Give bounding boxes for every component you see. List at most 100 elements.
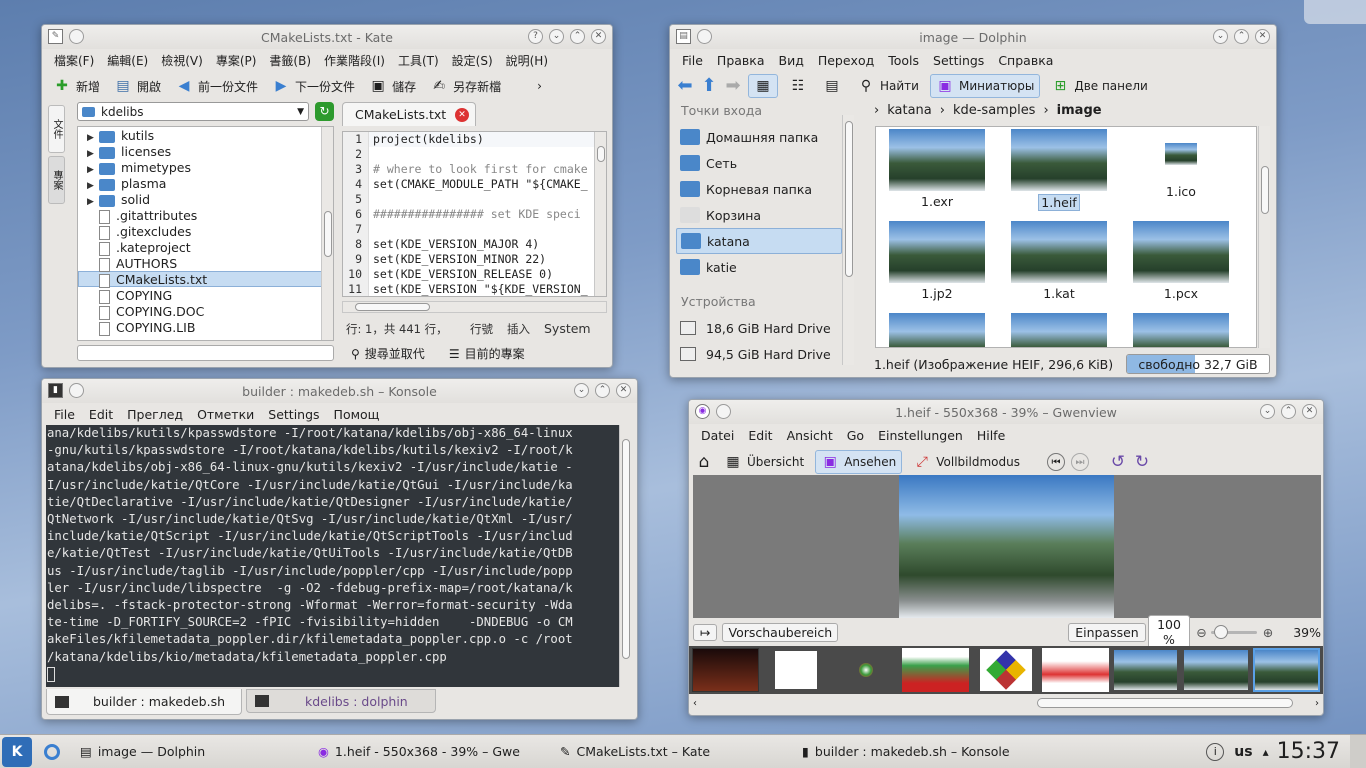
- breadcrumb-katana[interactable]: katana: [887, 103, 932, 118]
- previous-icon[interactable]: ⏮: [1046, 453, 1065, 471]
- kate-close-button[interactable]: ✕: [591, 29, 606, 44]
- dolphin-app-icon[interactable]: ▤: [676, 29, 691, 44]
- tree-item[interactable]: .kateproject: [78, 239, 333, 256]
- gwenview-app-icon[interactable]: ◉: [695, 404, 710, 419]
- tree-item[interactable]: CMakeLists.txt: [78, 271, 333, 288]
- gwenview-menu-view[interactable]: Ansicht: [787, 428, 833, 443]
- next-icon[interactable]: ⏭: [1070, 453, 1089, 471]
- kate-maximize-button[interactable]: ⌃: [570, 29, 585, 44]
- konsole-menu-settings[interactable]: Settings: [268, 407, 319, 422]
- gwenview-minimize-button[interactable]: ⌄: [1260, 404, 1275, 419]
- file-item[interactable]: 1.kat: [998, 221, 1120, 307]
- rotate-right-icon[interactable]: ↻: [1133, 453, 1151, 471]
- zoom-in-icon[interactable]: ⊕: [1263, 625, 1273, 640]
- places-item[interactable]: katana: [676, 228, 842, 254]
- kate-status-insert[interactable]: 插入: [507, 321, 530, 337]
- kate-editor-hscroll-thumb[interactable]: [355, 303, 430, 311]
- dolphin-menu-edit[interactable]: Правка: [717, 53, 765, 68]
- thumbnail[interactable]: [902, 648, 970, 692]
- thumbnail-selected[interactable]: [1252, 648, 1320, 692]
- dolphin-menu-settings[interactable]: Settings: [933, 53, 984, 68]
- thumbnail-scroll-thumb[interactable]: [1037, 698, 1293, 708]
- file-view-scroll-thumb[interactable]: [1261, 166, 1269, 214]
- dolphin-titlebar[interactable]: ▤ image — Dolphin ⌄ ⌃ ✕: [670, 25, 1276, 49]
- tree-item[interactable]: COPYING.DOC: [78, 303, 333, 320]
- places-scroll-thumb[interactable]: [845, 121, 853, 277]
- file-item[interactable]: 1.exr: [876, 129, 998, 215]
- code-line[interactable]: 1 project(kdelibs): [343, 132, 606, 147]
- find-button[interactable]: ⚲ Найти: [852, 75, 924, 97]
- kde-menu-icon[interactable]: K: [2, 736, 32, 767]
- task-dolphin[interactable]: ▤ image — Dolphin: [72, 738, 310, 766]
- thumbnail[interactable]: [1182, 648, 1250, 692]
- task-gwenview[interactable]: ◉ 1.heif - 550x368 - 39% – Gwe: [310, 738, 552, 766]
- zoom-input[interactable]: 100 %: [1147, 615, 1191, 649]
- tree-item[interactable]: AUTHORS: [78, 255, 333, 272]
- gwenview-menu-help[interactable]: Hilfe: [977, 428, 1005, 443]
- kate-status-encoding[interactable]: System: [544, 321, 591, 337]
- thumbnail[interactable]: [762, 648, 830, 692]
- kate-folder-select[interactable]: kdelibs ▼: [77, 102, 309, 121]
- kate-side-tab-documents[interactable]: 文件: [48, 105, 65, 153]
- dolphin-minimize-button[interactable]: ⌄: [1213, 29, 1228, 44]
- thumbnail[interactable]: [972, 648, 1040, 692]
- kate-menu-view[interactable]: 檢視(V): [161, 52, 203, 69]
- gwenview-menu-go[interactable]: Go: [847, 428, 864, 443]
- kate-side-tab-projects[interactable]: 專案: [48, 156, 65, 204]
- browser-launcher-icon[interactable]: [44, 743, 60, 760]
- tree-item[interactable]: ▶ mimetypes: [78, 159, 333, 175]
- kate-save-as-button[interactable]: ✍ 另存新檔: [425, 75, 506, 97]
- kate-doc-tab[interactable]: CMakeLists.txt ✕: [342, 102, 476, 126]
- device-item[interactable]: 94,5 GiB Hard Drive: [676, 341, 854, 367]
- konsole-menu-file[interactable]: File: [54, 407, 75, 422]
- places-item[interactable]: Корневая папка: [676, 176, 842, 202]
- task-kate[interactable]: ✎ CMakeLists.txt – Kate: [552, 738, 794, 766]
- gwenview-maximize-button[interactable]: ⌃: [1281, 404, 1296, 419]
- gwenview-titlebar[interactable]: ◉ 1.heif - 550x368 - 39% – Gwenview ⌄ ⌃ ✕: [689, 400, 1323, 424]
- toggle-sidebar-icon[interactable]: ↦: [693, 623, 718, 641]
- konsole-close-button[interactable]: ✕: [616, 383, 631, 398]
- kate-tree-scrollbar[interactable]: [321, 127, 333, 340]
- places-item[interactable]: katie: [676, 254, 842, 280]
- dolphin-pin-button[interactable]: [697, 29, 712, 44]
- code-line[interactable]: 11 set(KDE_VERSION "${KDE_VERSION_: [343, 282, 606, 296]
- thumbnail[interactable]: [832, 648, 900, 692]
- kate-help-icon[interactable]: ?: [528, 29, 543, 44]
- kate-minimize-button[interactable]: ⌄: [549, 29, 564, 44]
- kate-editor-hscrollbar[interactable]: [342, 301, 607, 313]
- breadcrumb-image[interactable]: image: [1057, 103, 1102, 118]
- code-line[interactable]: 9 set(KDE_VERSION_MINOR 22): [343, 252, 606, 267]
- tree-item[interactable]: ▶ kutils: [78, 127, 333, 143]
- kate-new-button[interactable]: ✚ 新增: [48, 75, 105, 97]
- file-view-scrollbar[interactable]: [1258, 126, 1270, 348]
- konsole-pin-button[interactable]: [69, 383, 84, 398]
- task-konsole[interactable]: ▮ builder : makedeb.sh – Konsole: [794, 738, 1044, 766]
- tree-item[interactable]: .gitexcludes: [78, 223, 333, 240]
- view-button[interactable]: ▣ Ansehen: [815, 450, 903, 474]
- thumbnail[interactable]: [692, 648, 760, 692]
- konsole-menu-view[interactable]: Преглед: [127, 407, 183, 422]
- tree-item[interactable]: ▶ licenses: [78, 143, 333, 159]
- rotate-left-icon[interactable]: ↺: [1109, 453, 1127, 471]
- konsole-tab-dolphin[interactable]: kdelibs : dolphin: [246, 689, 436, 713]
- scroll-left-icon[interactable]: ‹: [693, 698, 697, 709]
- notifications-icon[interactable]: ▴: [1263, 745, 1269, 759]
- file-item[interactable]: [998, 313, 1120, 347]
- kate-editor-scrollbar[interactable]: [594, 132, 606, 296]
- code-line[interactable]: 3 # where to look first for cmake: [343, 162, 606, 177]
- konsole-tab-builder[interactable]: builder : makedeb.sh: [46, 689, 242, 715]
- tree-item[interactable]: ▶ solid: [78, 191, 333, 207]
- konsole-app-icon[interactable]: ▮: [48, 383, 63, 398]
- kate-titlebar[interactable]: ✎ CMakeLists.txt - Kate ? ⌄ ⌃ ✕: [42, 25, 612, 49]
- places-item[interactable]: Сеть: [676, 150, 842, 176]
- dolphin-menu-go[interactable]: Переход: [818, 53, 874, 68]
- compact-view-button[interactable]: ☷: [784, 75, 812, 97]
- kate-save-button[interactable]: ▣ 儲存: [364, 75, 421, 97]
- code-line[interactable]: 8 set(KDE_VERSION_MAJOR 4): [343, 237, 606, 252]
- gwenview-menu-settings[interactable]: Einstellungen: [878, 428, 963, 443]
- kate-reload-icon[interactable]: ↻: [315, 102, 334, 121]
- dolphin-menu-tools[interactable]: Tools: [888, 53, 919, 68]
- device-item[interactable]: 18,6 GiB Hard Drive: [676, 315, 854, 341]
- thumbnail[interactable]: [1042, 648, 1110, 692]
- kate-next-doc-button[interactable]: ▶ 下一份文件: [267, 75, 360, 97]
